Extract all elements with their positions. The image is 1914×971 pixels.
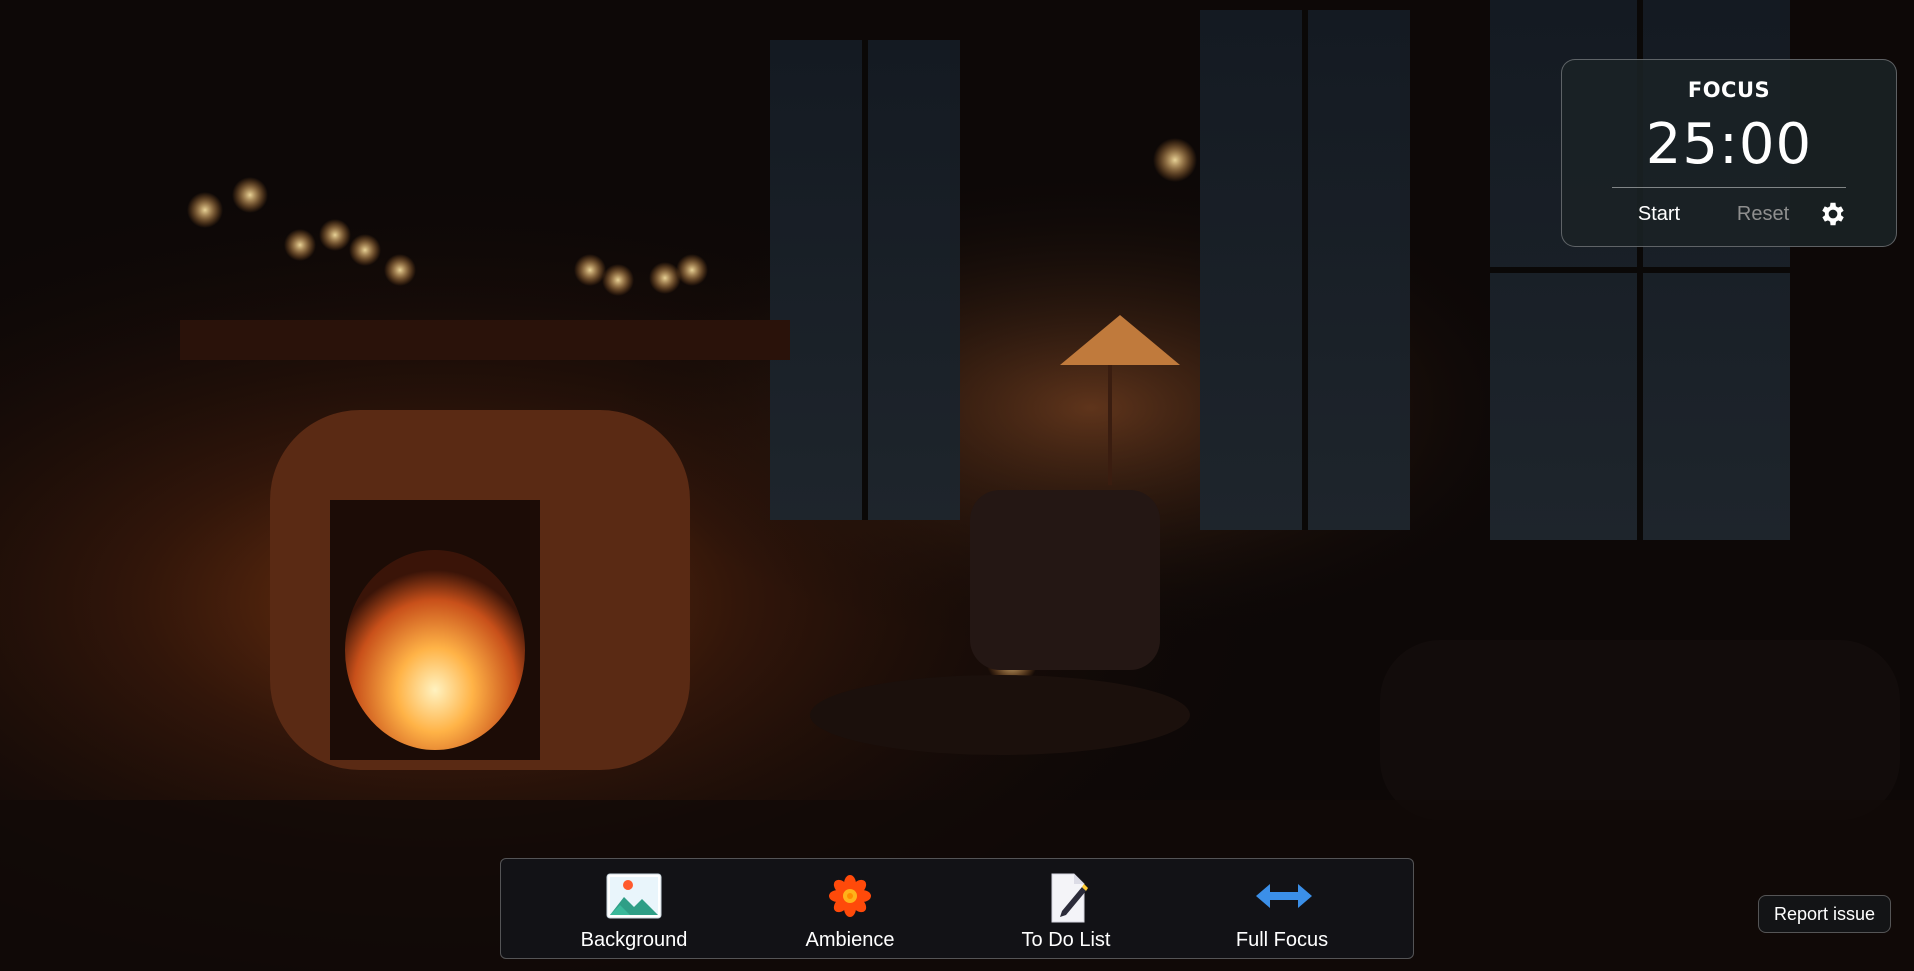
full-focus-button[interactable]: Full Focus xyxy=(1192,869,1372,953)
background-label: Background xyxy=(580,929,688,951)
full-focus-label: Full Focus xyxy=(1235,929,1329,951)
background-button[interactable]: Background xyxy=(544,869,724,953)
todo-list-button[interactable]: To Do List xyxy=(976,869,1156,953)
flower-icon xyxy=(829,875,871,917)
note-pen-icon xyxy=(1051,873,1088,923)
gear-icon[interactable] xyxy=(1818,199,1848,229)
ambience-label: Ambience xyxy=(805,929,895,951)
reset-button[interactable]: Reset xyxy=(1718,203,1808,226)
timer-countdown: 25:00 xyxy=(1645,112,1813,177)
focus-timer-card: FOCUS 25:00 Start Reset xyxy=(1561,59,1897,247)
ambience-button[interactable]: Ambience xyxy=(760,869,940,953)
landscape-image-icon xyxy=(606,873,662,919)
timer-divider xyxy=(1612,187,1846,188)
report-issue-button[interactable]: Report issue xyxy=(1758,895,1891,933)
todo-list-label: To Do List xyxy=(1021,929,1111,951)
start-button[interactable]: Start xyxy=(1624,203,1694,226)
double-arrow-icon xyxy=(1256,884,1312,908)
bottom-toolbar: Background Ambience To Do List Full Focu… xyxy=(500,858,1414,959)
timer-mode-label: FOCUS xyxy=(1687,78,1771,102)
